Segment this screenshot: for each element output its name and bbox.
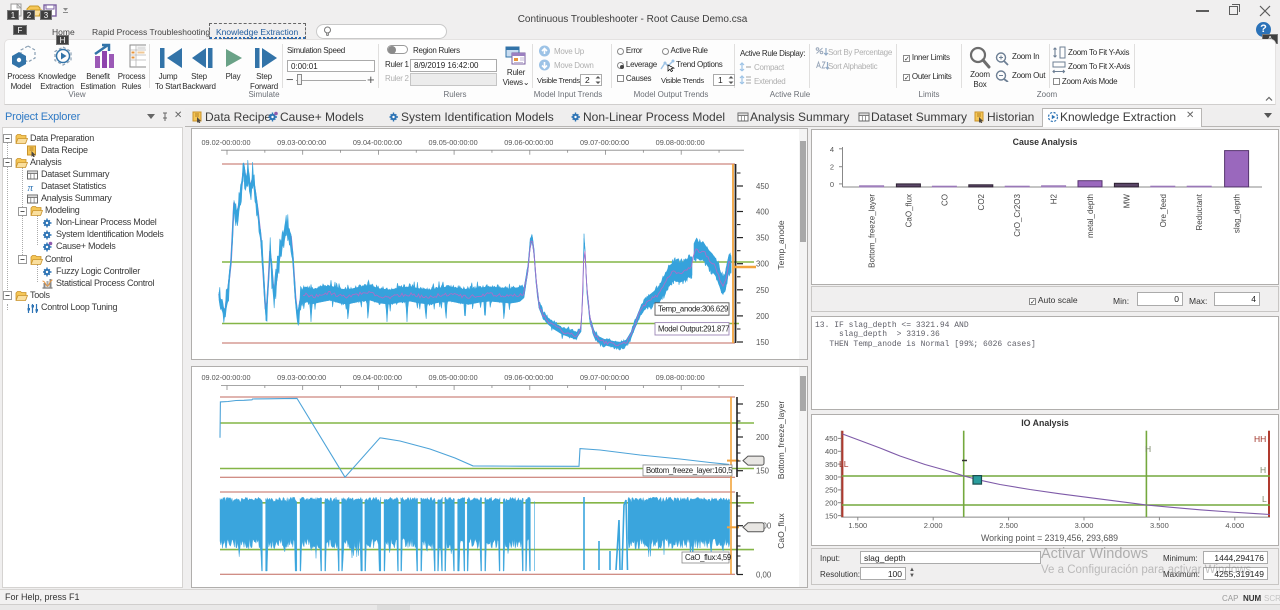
svg-text:350: 350: [825, 460, 838, 469]
svg-text:09.07-00:00:00: 09.07-00:00:00: [580, 138, 629, 147]
svg-text:300: 300: [756, 260, 770, 269]
svg-text:400: 400: [756, 208, 770, 217]
svg-text:Temp_anode: Temp_anode: [776, 220, 786, 269]
svg-text:3.000: 3.000: [1075, 521, 1094, 530]
svg-text:350: 350: [756, 234, 770, 243]
svg-text:H: H: [1145, 444, 1151, 454]
svg-text:2: 2: [830, 163, 834, 172]
svg-text:150: 150: [756, 338, 770, 347]
svg-text:2.000: 2.000: [924, 521, 943, 530]
svg-text:250: 250: [756, 286, 770, 295]
svg-text:CrO_Cr2O3: CrO_Cr2O3: [1013, 193, 1022, 236]
svg-text:1.500: 1.500: [848, 521, 867, 530]
svg-text:09.05-00:00:00: 09.05-00:00:00: [429, 138, 478, 147]
svg-text:3.500: 3.500: [1150, 521, 1169, 530]
svg-text:09.07-00:00:00: 09.07-00:00:00: [580, 373, 629, 382]
svg-text:09.03-00:00:00: 09.03-00:00:00: [277, 138, 326, 147]
svg-text:0,00: 0,00: [756, 571, 772, 580]
svg-text:Ore_feed: Ore_feed: [1159, 194, 1168, 227]
svg-text:09.05-00:00:00: 09.05-00:00:00: [429, 373, 478, 382]
svg-text:4.000: 4.000: [1225, 521, 1244, 530]
svg-text:metal_depth: metal_depth: [1086, 194, 1095, 238]
svg-text:CO2: CO2: [977, 193, 986, 210]
svg-text:150: 150: [756, 467, 770, 476]
svg-text:09.04-00:00:00: 09.04-00:00:00: [353, 138, 402, 147]
svg-text:300: 300: [825, 473, 838, 482]
svg-text:Reductant: Reductant: [1195, 193, 1204, 230]
svg-text:Bottom_freeze_layer: Bottom_freeze_layer: [868, 194, 877, 268]
svg-text:CaO_flux: CaO_flux: [904, 194, 913, 227]
svg-text:slag_depth: slag_depth: [1233, 194, 1242, 233]
svg-text:400: 400: [825, 447, 838, 456]
svg-text:200: 200: [825, 499, 838, 508]
svg-text:09.02-00:00:00: 09.02-00:00:00: [201, 138, 250, 147]
svg-text:Model Output:291.877: Model Output:291.877: [658, 324, 729, 333]
svg-text:150: 150: [825, 511, 838, 520]
svg-text:Bottom_freeze_layer: Bottom_freeze_layer: [776, 401, 786, 480]
svg-text:IO Analysis: IO Analysis: [1021, 418, 1069, 428]
svg-text:200: 200: [756, 312, 770, 321]
svg-text:250: 250: [756, 400, 770, 409]
svg-text:250: 250: [825, 486, 838, 495]
svg-text:L: L: [1262, 494, 1267, 504]
svg-text:0: 0: [830, 180, 834, 189]
svg-text:09.06-00:00:00: 09.06-00:00:00: [504, 138, 553, 147]
svg-text:09.02-00:00:00: 09.02-00:00:00: [201, 373, 250, 382]
svg-text:CaO_flux: CaO_flux: [776, 513, 786, 549]
svg-text:Working point = 2319,456, 293,: Working point = 2319,456, 293,689: [981, 533, 1118, 543]
svg-text:Temp_anode:306.629: Temp_anode:306.629: [658, 305, 728, 314]
svg-text:π: π: [28, 182, 34, 193]
svg-text:450: 450: [825, 434, 838, 443]
svg-text:LL: LL: [839, 459, 849, 469]
svg-text:Bottom_freeze_layer:160,5: Bottom_freeze_layer:160,5: [646, 466, 733, 475]
svg-text:H2: H2: [1050, 193, 1059, 204]
svg-text:MW: MW: [1122, 194, 1131, 209]
svg-text:CaO_flux:4,59: CaO_flux:4,59: [685, 553, 731, 562]
svg-text:09.03-00:00:00: 09.03-00:00:00: [277, 373, 326, 382]
svg-text:09.04-00:00:00: 09.04-00:00:00: [353, 373, 402, 382]
svg-text:4: 4: [830, 145, 834, 154]
svg-text:HH: HH: [1254, 434, 1266, 444]
svg-text:450: 450: [756, 182, 770, 191]
svg-text:200: 200: [756, 433, 770, 442]
svg-text:2.500: 2.500: [999, 521, 1018, 530]
svg-text:09.06-00:00:00: 09.06-00:00:00: [504, 373, 553, 382]
svg-text:Cause Analysis: Cause Analysis: [1013, 137, 1078, 147]
svg-text:H: H: [1260, 465, 1266, 475]
svg-text:09.08-00:00:00: 09.08-00:00:00: [656, 138, 705, 147]
svg-text:09.08-00:00:00: 09.08-00:00:00: [656, 373, 705, 382]
svg-text:CO: CO: [940, 194, 949, 206]
